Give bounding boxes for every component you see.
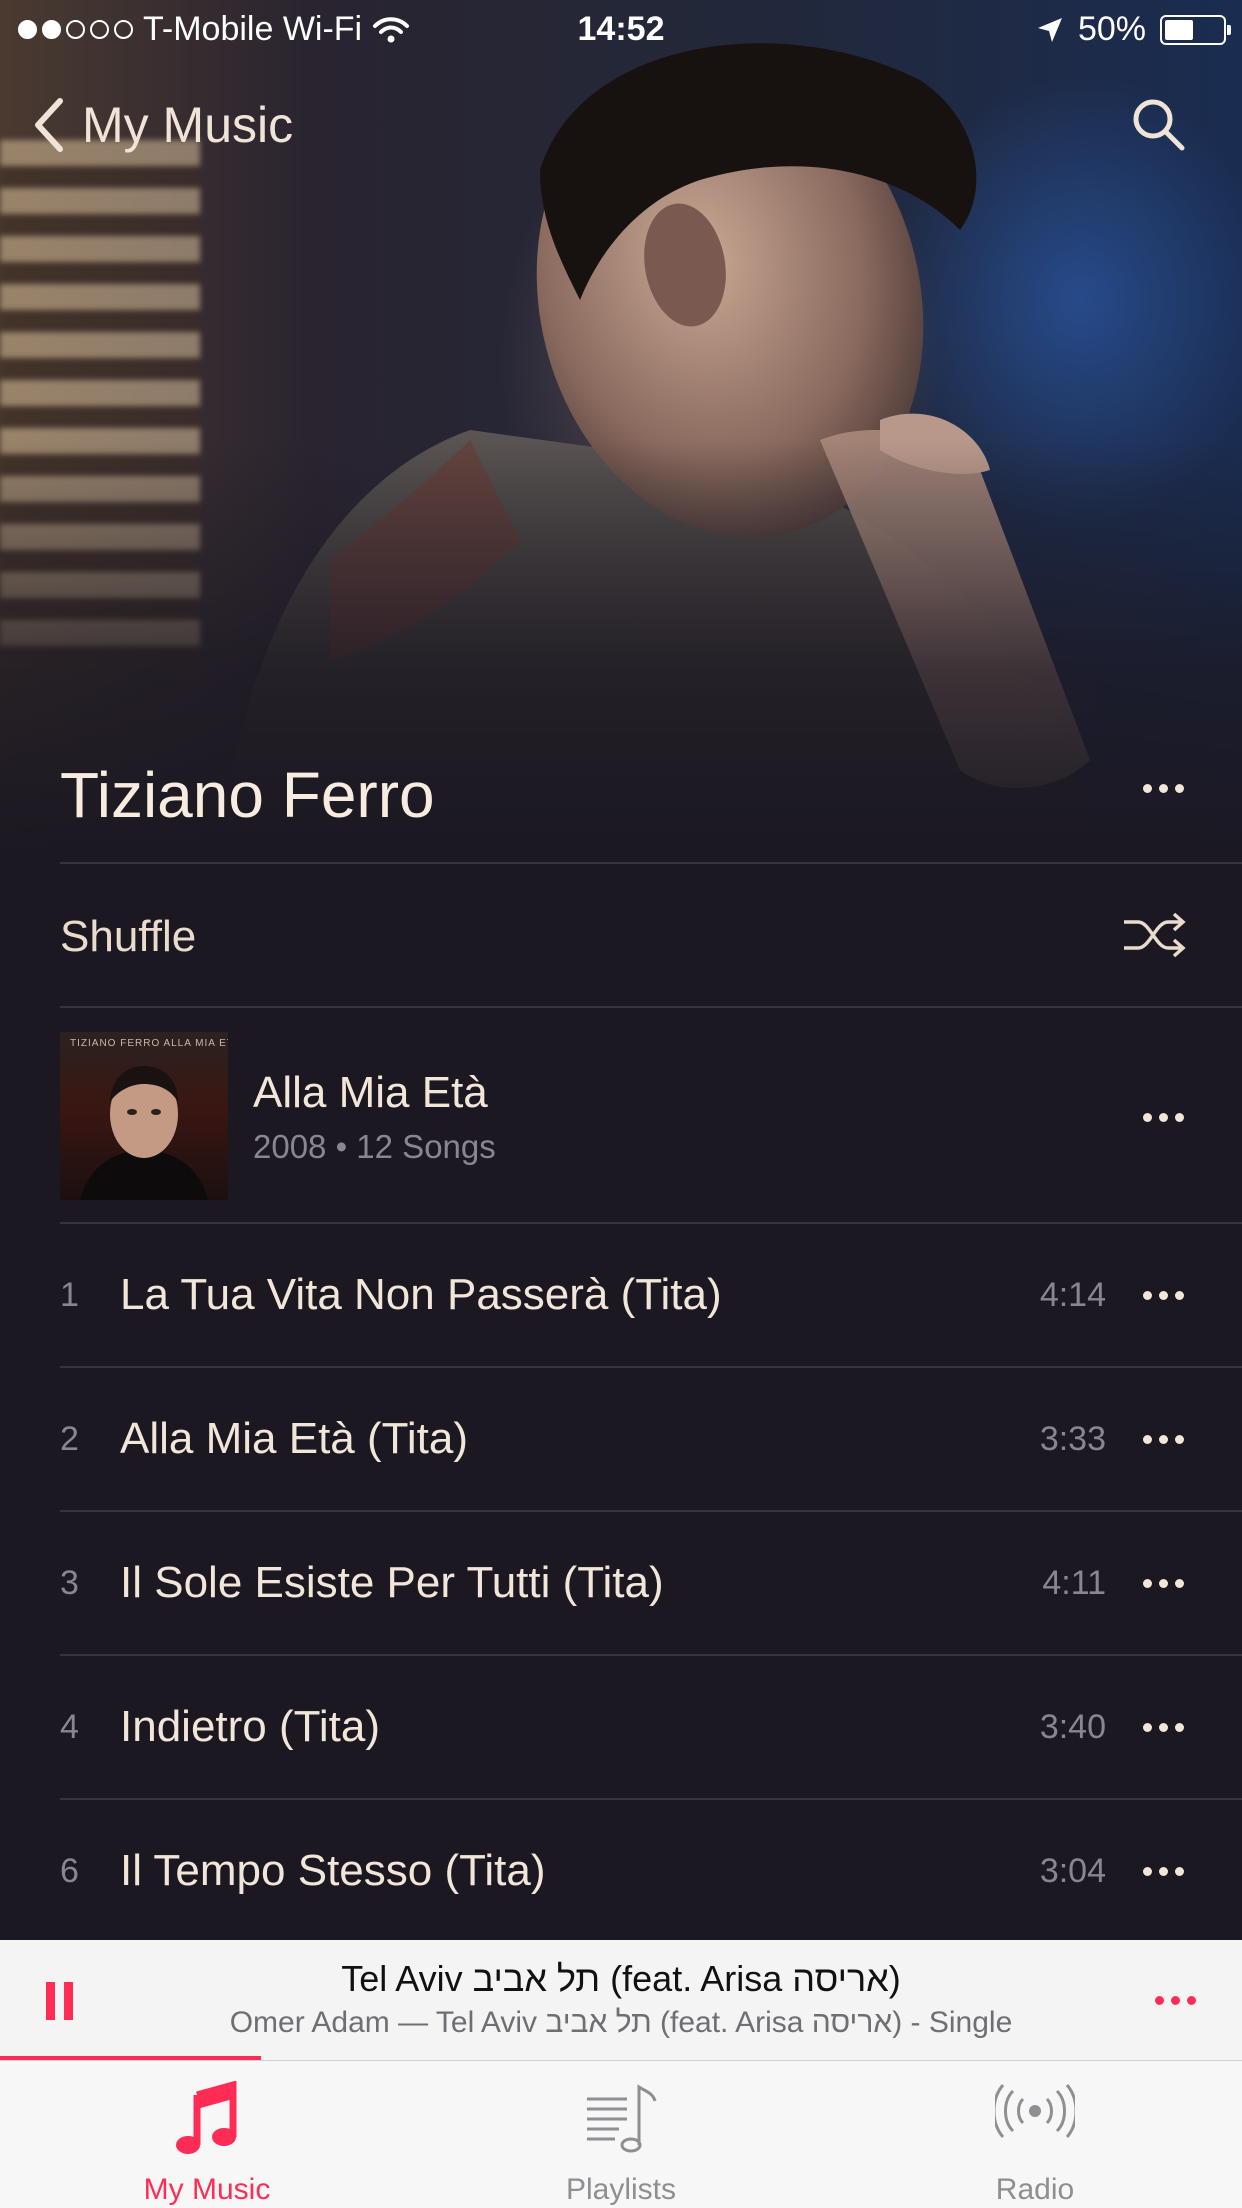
tab-label: My Music <box>143 2173 271 2206</box>
back-button[interactable]: My Music <box>34 96 293 154</box>
track-duration: 4:14 <box>1039 1276 1106 1314</box>
track-more-button[interactable] <box>1143 1867 1184 1876</box>
track-duration: 3:04 <box>1039 1852 1106 1890</box>
track-title: Alla Mia Età (Tita) <box>120 1414 469 1463</box>
album-more-button[interactable] <box>1143 1113 1184 1122</box>
divider <box>60 862 1242 864</box>
shuffle-label: Shuffle <box>60 912 197 961</box>
shuffle-row[interactable]: Shuffle <box>0 866 1242 1008</box>
album-artwork: TIZIANO FERRO ALLA MIA ETÀ <box>60 1032 228 1200</box>
tab-bar: My Music Playlists Radio <box>0 2060 1242 2208</box>
track-number: 2 <box>60 1420 79 1458</box>
track-duration: 4:11 <box>1042 1564 1106 1602</box>
artist-more-button[interactable] <box>1143 784 1184 793</box>
status-bar: T-Mobile Wi-Fi 14:52 50% <box>0 0 1242 62</box>
track-title: La Tua Vita Non Passerà (Tita) <box>120 1270 722 1319</box>
search-icon[interactable] <box>1130 96 1186 152</box>
track-title: Il Tempo Stesso (Tita) <box>120 1846 546 1895</box>
track-row[interactable]: 3 Il Sole Esiste Per Tutti (Tita) 4:11 <box>0 1512 1242 1656</box>
now-playing-subtitle: Omer Adam — Tel Aviv תל אביב (feat. Aris… <box>229 2006 1013 2039</box>
track-more-button[interactable] <box>1143 1723 1184 1732</box>
shuffle-icon <box>1124 912 1186 958</box>
track-number: 1 <box>60 1276 79 1314</box>
tab-playlists[interactable]: Playlists <box>414 2061 828 2208</box>
album-row[interactable]: TIZIANO FERRO ALLA MIA ETÀ Alla Mia Età … <box>0 1010 1242 1222</box>
tab-radio[interactable]: Radio <box>828 2061 1242 2208</box>
location-arrow-icon <box>1037 17 1062 42</box>
track-row[interactable]: 4 Indietro (Tita) 3:40 <box>0 1656 1242 1800</box>
album-subtitle: 2008 • 12 Songs <box>253 1128 496 1165</box>
track-more-button[interactable] <box>1143 1579 1184 1588</box>
track-row[interactable]: 2 Alla Mia Età (Tita) 3:33 <box>0 1368 1242 1512</box>
track-more-button[interactable] <box>1143 1435 1184 1444</box>
divider <box>60 1006 1242 1008</box>
mini-player[interactable]: Tel Aviv תל אביב (feat. Arisa אריסה) Ome… <box>0 1940 1242 2060</box>
track-more-button[interactable] <box>1143 1291 1184 1300</box>
playlist-icon <box>587 2084 657 2153</box>
track-row[interactable]: 6 Il Tempo Stesso (Tita) 3:04 <box>0 1800 1242 1944</box>
back-button-label: My Music <box>82 97 294 153</box>
track-duration: 3:33 <box>1039 1420 1106 1458</box>
track-title: Indietro (Tita) <box>120 1702 381 1751</box>
music-note-icon <box>176 2081 237 2154</box>
track-number: 6 <box>60 1852 79 1890</box>
pause-button[interactable] <box>46 1982 73 2020</box>
tab-label: Playlists <box>565 2173 677 2206</box>
artist-name: Tiziano Ferro <box>60 759 435 831</box>
album-artwork-text: TIZIANO FERRO ALLA MIA ETÀ <box>70 1038 228 1049</box>
battery-percent: 50% <box>1077 10 1146 48</box>
radio-broadcast-icon <box>995 2084 1075 2138</box>
chevron-left-icon <box>35 98 63 152</box>
track-duration: 3:40 <box>1039 1708 1106 1746</box>
track-row[interactable]: 1 La Tua Vita Non Passerà (Tita) 4:14 <box>0 1224 1242 1368</box>
tab-my-music[interactable]: My Music <box>0 2061 414 2208</box>
album-cover-portrait <box>80 1066 208 1200</box>
battery-icon <box>1160 14 1231 45</box>
track-number: 3 <box>60 1564 79 1602</box>
now-playing-more-button[interactable] <box>1155 1996 1196 2005</box>
album-title: Alla Mia Età <box>253 1068 488 1117</box>
tab-label: Radio <box>995 2173 1075 2206</box>
track-number: 4 <box>60 1708 79 1746</box>
track-title: Il Sole Esiste Per Tutti (Tita) <box>120 1558 664 1607</box>
now-playing-title: Tel Aviv תל אביב (feat. Arisa אריסה) <box>341 1958 901 1999</box>
